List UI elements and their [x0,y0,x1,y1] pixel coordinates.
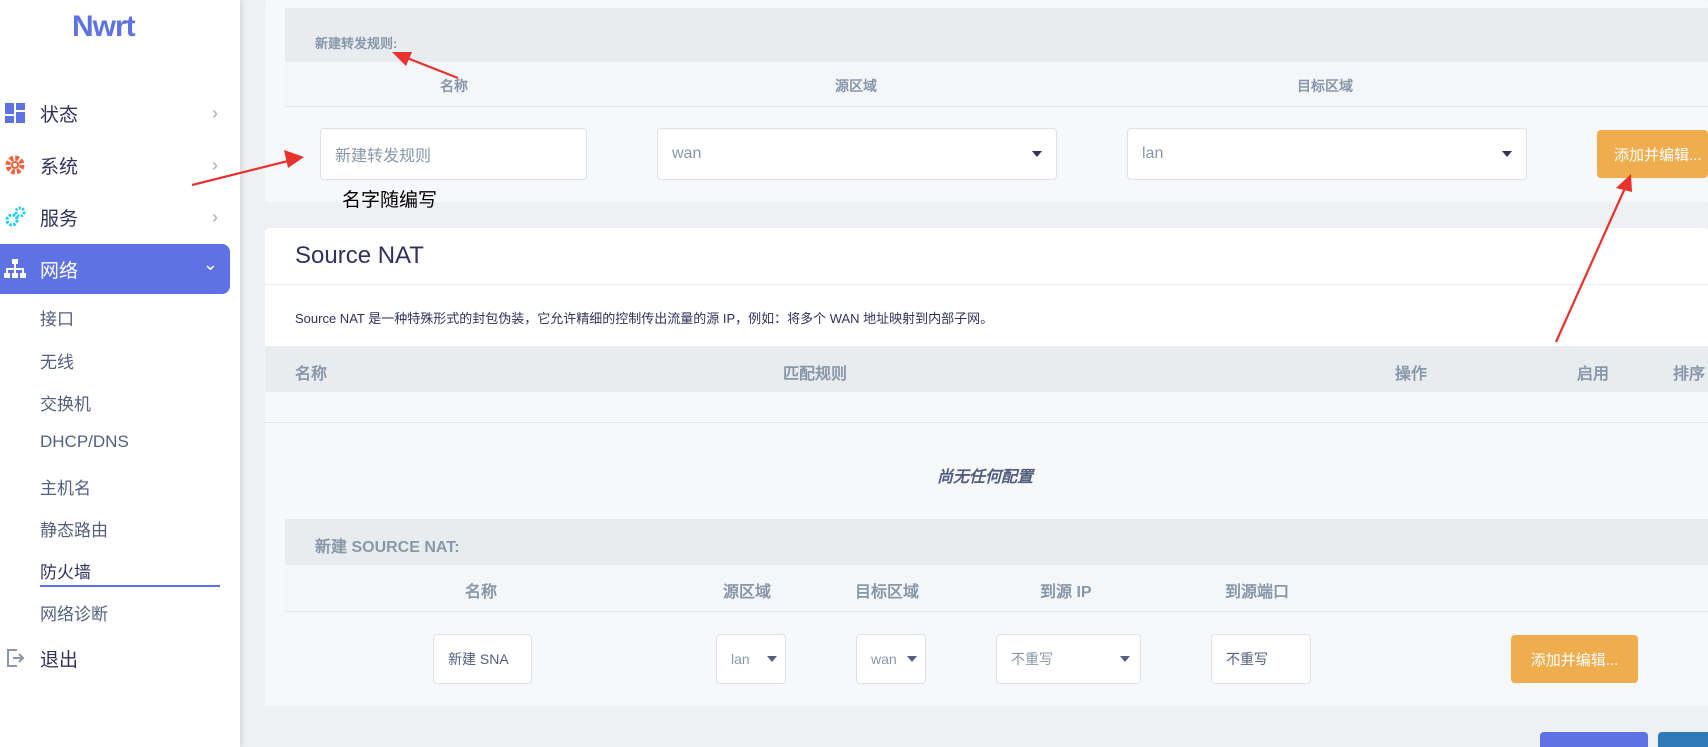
forward-src-zone-select[interactable]: wan [657,128,1057,180]
network-icon [4,258,26,280]
save-apply-button[interactable] [1540,732,1648,747]
caret-down-icon [767,656,777,662]
gear-icon [4,154,26,176]
forward-rule-card: 新建转发规则: 名称 源区域 目标区域 新建转发规则 wan lan 添加并编辑… [265,0,1708,202]
col-dest-zone: 目标区域 [1297,78,1353,94]
sidebar-item-system[interactable]: 系统 › [0,140,230,190]
snat-empty-message: 尚无任何配置 [937,469,1034,486]
snat-col-enable: 启用 [1577,366,1610,383]
select-value: wan [672,145,702,162]
snat-title: Source NAT [295,242,424,269]
chevron-right-icon: › [212,207,218,227]
gears-icon [4,206,26,228]
annotation-text: 名字随编写 [342,190,438,211]
snat-col-match: 匹配规则 [783,366,848,383]
caret-down-icon [1032,151,1042,157]
dashboard-icon [4,102,26,124]
chevron-right-icon: › [212,155,218,175]
snat-col-sort: 排序 [1673,366,1706,383]
snat-new-col-port: 到源端口 [1225,584,1290,601]
forward-header: 新建转发规则: [315,36,398,51]
snat-description: Source NAT 是一种特殊形式的封包伪装，它允许精细的控制传出流量的源 I… [295,311,994,326]
forward-name-input[interactable]: 新建转发规则 [320,128,587,180]
snat-source-port-input[interactable]: 不重写 [1211,634,1311,684]
snat-col-action: 操作 [1395,366,1428,383]
sidebar-item-label: 网络 [40,260,79,282]
snat-card: Source NAT Source NAT 是一种特殊形式的封包伪装，它允许精细… [265,228,1708,706]
sidebar: Nwrt 状态 › 系统 › 服务 › 网络 ⌄ 接口 无线 交换机 DHCP/… [0,0,240,747]
caret-down-icon [1502,151,1512,157]
select-value: wan [871,651,897,667]
forward-dest-zone-select[interactable]: lan [1127,128,1527,180]
sidebar-item-services[interactable]: 服务 › [0,192,230,242]
chevron-down-icon: ⌄ [202,254,218,274]
snat-new-header-band [285,519,1708,565]
snat-dest-zone-select[interactable]: wan [856,634,926,684]
logout-icon [4,647,26,669]
save-button[interactable] [1658,732,1708,747]
forward-add-edit-button[interactable]: 添加并编辑... [1597,130,1708,178]
forward-header-band [285,8,1708,62]
sidebar-item-label: 状态 [40,104,79,126]
caret-down-icon [1120,656,1130,662]
snat-src-zone-select[interactable]: lan [716,634,786,684]
sidebar-subitem-diagnostics[interactable]: 网络诊断 [40,600,108,625]
sidebar-subitem-hostnames[interactable]: 主机名 [40,474,91,499]
snat-new-col-ip: 到源 IP [1040,584,1092,601]
sidebar-subitem-dhcp-dns[interactable]: DHCP/DNS [40,432,129,452]
snat-new-col-name: 名称 [465,584,498,601]
sidebar-item-network[interactable]: 网络 ⌄ [0,244,230,294]
snat-add-edit-button[interactable]: 添加并编辑... [1511,635,1638,683]
sidebar-item-label: 系统 [40,156,79,178]
sidebar-item-logout[interactable]: 退出 [0,633,230,683]
sidebar-subitem-interfaces[interactable]: 接口 [40,305,74,330]
snat-empty-row-top [265,392,1708,423]
sidebar-subitem-switch[interactable]: 交换机 [40,390,91,415]
snat-col-name: 名称 [295,366,328,383]
sidebar-item-label: 服务 [40,208,79,230]
select-value: 不重写 [1011,651,1053,667]
logo: Nwrt [72,10,136,43]
sidebar-subitem-wireless[interactable]: 无线 [40,348,74,373]
chevron-right-icon: › [212,103,218,123]
sidebar-item-label: 退出 [40,649,79,671]
col-src-zone: 源区域 [835,78,877,94]
sidebar-subitem-firewall[interactable]: 防火墙 [40,558,91,583]
select-value: lan [731,651,750,667]
snat-source-ip-select[interactable]: 不重写 [996,634,1141,684]
divider [265,284,1708,285]
snat-table-header [265,346,1708,392]
snat-name-input[interactable]: 新建 SNA [433,634,532,684]
snat-new-col-dest: 目标区域 [855,584,920,601]
sidebar-item-status[interactable]: 状态 › [0,88,230,138]
select-value: lan [1142,145,1164,162]
snat-new-header: 新建 SOURCE NAT: [315,539,460,556]
col-name: 名称 [440,78,468,94]
caret-down-icon [907,656,917,662]
active-underline [40,585,220,587]
snat-new-columns-band [285,565,1708,612]
forward-columns-band [285,62,1708,107]
snat-new-col-src: 源区域 [723,584,772,601]
sidebar-subitem-static-routes[interactable]: 静态路由 [40,516,108,541]
